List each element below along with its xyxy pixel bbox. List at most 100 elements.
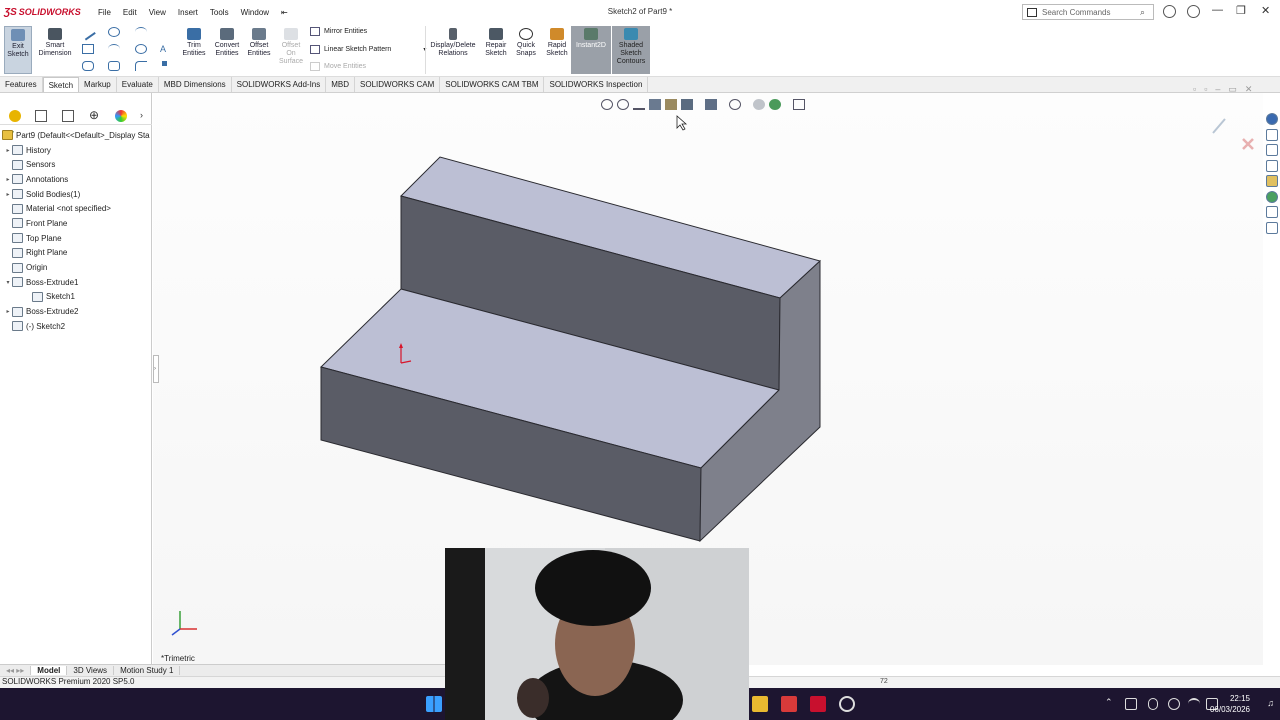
spline-icon[interactable]: [135, 27, 147, 37]
tree-item-annotations[interactable]: ▸ Annotations: [0, 172, 152, 187]
slot-icon[interactable]: [82, 61, 94, 71]
property-manager-tab-icon[interactable]: [35, 110, 47, 122]
menu-edit[interactable]: Edit: [117, 8, 143, 17]
exit-sketch-corner-icon[interactable]: [1212, 118, 1226, 134]
tab-features[interactable]: Features: [0, 77, 43, 92]
tree-item-material-not-specified[interactable]: Material <not specified>: [0, 201, 152, 216]
file-explorer-taskbar-icon[interactable]: [752, 696, 768, 712]
display-delete-relations-button[interactable]: Display/Delete Relations: [428, 26, 478, 74]
display-manager-tab-icon[interactable]: [115, 110, 127, 122]
mirror-entities-button[interactable]: Mirror Entities: [310, 27, 367, 36]
solidworks-logo[interactable]: ƷS SOLIDWORKS: [0, 7, 81, 18]
menu-tools[interactable]: Tools: [204, 8, 235, 17]
tree-item-front-plane[interactable]: Front Plane: [0, 216, 152, 231]
tree-root-part[interactable]: Part9 (Default<<Default>_Display Sta: [0, 128, 152, 143]
tree-item-top-plane[interactable]: Top Plane: [0, 231, 152, 246]
cancel-sketch-corner-icon[interactable]: [1242, 138, 1254, 150]
trim-entities-button[interactable]: Trim Entities: [180, 26, 208, 74]
tray-app-icon[interactable]: [1125, 698, 1137, 710]
tab-3d-views[interactable]: 3D Views: [67, 666, 115, 675]
quick-snaps-button[interactable]: Quick Snaps: [513, 26, 539, 74]
tab-mbd-dimensions[interactable]: MBD Dimensions: [159, 77, 232, 92]
tree-expander-icon[interactable]: ▸: [4, 191, 12, 198]
tab-motion-study-1[interactable]: Motion Study 1: [114, 666, 181, 675]
close-icon[interactable]: ✕: [1261, 4, 1270, 17]
windows-start-icon[interactable]: [426, 696, 442, 712]
polygon-icon[interactable]: [108, 61, 120, 71]
shaded-sketch-contours-button[interactable]: Shaded Sketch Contours: [612, 26, 650, 74]
restore-icon[interactable]: ❐: [1236, 4, 1246, 17]
design-library-icon[interactable]: [1265, 144, 1278, 156]
exit-sketch-button[interactable]: Exit Sketch: [4, 26, 32, 74]
circle-icon[interactable]: [108, 27, 120, 37]
menu-file[interactable]: File: [92, 8, 117, 17]
linear-sketch-pattern-button[interactable]: Linear Sketch Pattern▾: [310, 45, 426, 54]
tree-item-sketch1[interactable]: Sketch1: [0, 290, 152, 305]
view-palette-icon[interactable]: [1265, 175, 1278, 187]
rectangle-icon[interactable]: [82, 44, 94, 54]
menu-insert[interactable]: Insert: [172, 8, 204, 17]
menu-window[interactable]: Window: [235, 8, 275, 17]
tab-solidworks-inspection[interactable]: SOLIDWORKS Inspection: [544, 77, 649, 92]
wps-office-icon[interactable]: [781, 696, 797, 712]
repair-sketch-button[interactable]: Repair Sketch: [482, 26, 510, 74]
viewport-window-controls[interactable]: ▫▫–▭✕: [1193, 84, 1273, 94]
notification-bell-icon[interactable]: ♫: [1267, 698, 1274, 708]
microphone-icon[interactable]: [1148, 698, 1158, 710]
tree-expander-icon[interactable]: ▸: [4, 147, 12, 154]
tree-item-sensors[interactable]: Sensors: [0, 157, 152, 172]
app-taskbar-icon[interactable]: [839, 696, 855, 712]
tree-item-solid-bodies-1[interactable]: ▸ Solid Bodies(1): [0, 187, 152, 202]
tree-item-origin[interactable]: Origin: [0, 260, 152, 275]
tab-solidworks-cam[interactable]: SOLIDWORKS CAM: [355, 77, 441, 92]
rapid-sketch-button[interactable]: Rapid Sketch: [543, 26, 571, 74]
panel-collapse-handle[interactable]: ›: [153, 355, 159, 383]
part-model[interactable]: [320, 156, 822, 543]
offset-entities-button[interactable]: Offset Entities: [245, 26, 273, 74]
system-clock[interactable]: 22:15 06/03/2026: [1210, 693, 1250, 715]
tree-item-history[interactable]: ▸ History: [0, 143, 152, 158]
fillet-icon[interactable]: [135, 61, 147, 71]
offset-on-surface-button[interactable]: Offset On Surface: [277, 26, 305, 74]
forum-icon[interactable]: [1265, 221, 1278, 234]
search-icon[interactable]: ⌕: [1140, 7, 1145, 18]
tab-sketch[interactable]: Sketch: [42, 77, 80, 92]
user-icon[interactable]: [1163, 5, 1176, 18]
line-icon[interactable]: [80, 25, 96, 41]
solidworks-resources-icon[interactable]: [1265, 113, 1278, 125]
tab-model[interactable]: Model: [31, 666, 68, 675]
home-icon[interactable]: [1265, 128, 1278, 141]
arc-icon[interactable]: [108, 44, 120, 54]
tree-item-right-plane[interactable]: Right Plane: [0, 246, 152, 261]
pin-icon[interactable]: ⇤: [275, 8, 294, 17]
file-explorer-icon[interactable]: [1265, 159, 1278, 172]
instant2d-button[interactable]: Instant2D: [571, 26, 611, 74]
help-icon[interactable]: [1187, 5, 1200, 18]
tree-item-boss-extrude1[interactable]: ▾ Boss-Extrude1: [0, 275, 152, 290]
tab-solidworks-cam-tbm[interactable]: SOLIDWORKS CAM TBM: [440, 77, 545, 92]
solidworks-taskbar-icon[interactable]: [810, 696, 826, 712]
tree-item-boss-extrude2[interactable]: ▸ Boss-Extrude2: [0, 304, 152, 319]
minimize-icon[interactable]: —: [1212, 4, 1223, 16]
move-entities-button[interactable]: Move Entities: [310, 62, 366, 71]
menu-view[interactable]: View: [143, 8, 172, 17]
custom-properties-icon[interactable]: [1265, 206, 1278, 218]
tree-item-sketch2[interactable]: (-) Sketch2: [0, 319, 152, 334]
tab-scroll-arrows-icon[interactable]: ◂◂ ▸▸: [0, 666, 32, 675]
search-commands-input[interactable]: Search Commands ⌕: [1022, 4, 1154, 20]
smart-dimension-button[interactable]: Smart Dimension: [34, 26, 76, 74]
appearances-icon[interactable]: [1265, 190, 1278, 203]
convert-entities-button[interactable]: Convert Entities: [211, 26, 243, 74]
point-icon[interactable]: [162, 61, 167, 66]
tab-evaluate[interactable]: Evaluate: [117, 77, 159, 92]
ellipse-icon[interactable]: [135, 44, 147, 54]
language-icon[interactable]: [1168, 698, 1180, 710]
configuration-manager-tab-icon[interactable]: [62, 110, 74, 122]
tree-expander-icon[interactable]: ▸: [4, 176, 12, 183]
dimxpert-tab-icon[interactable]: ⊕: [89, 109, 101, 122]
tab-mbd[interactable]: MBD: [326, 77, 356, 92]
chevron-right-icon[interactable]: ›: [140, 110, 152, 122]
tray-chevron-up-icon[interactable]: ⌃: [1105, 697, 1113, 708]
tree-expander-icon[interactable]: ▾: [4, 279, 12, 286]
tab-solidworks-add-ins[interactable]: SOLIDWORKS Add-Ins: [232, 77, 327, 92]
